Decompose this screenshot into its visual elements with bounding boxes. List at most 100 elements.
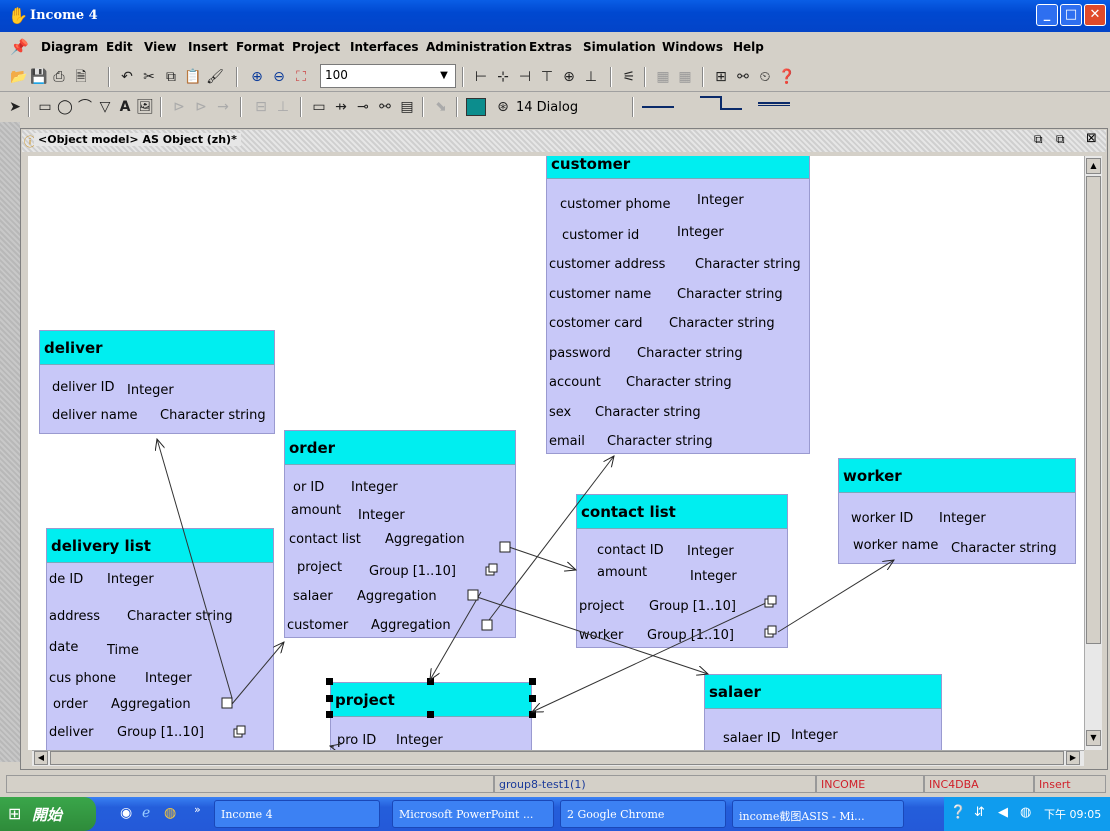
minimize-button[interactable]: _ [1036,4,1058,26]
maximize-inner-icon[interactable]: ⧉ [1056,132,1065,147]
save-icon[interactable]: 💾 [30,68,48,86]
task-label: 2 Google Chrome [567,808,665,821]
line-style-icon[interactable] [642,96,674,108]
fill-icon[interactable]: ⬊ [432,98,450,116]
menu-insert[interactable]: Insert [188,40,228,54]
window-title: Income 4 [30,8,98,23]
line-icon[interactable]: ⌒ [76,98,94,116]
diagram-window-title: <Object model> AS Object (zh)* [34,133,241,146]
more-icon[interactable]: » [194,803,201,816]
menu-administration[interactable]: Administration [426,40,527,54]
back-tray-icon[interactable]: ◀ [998,805,1008,820]
menu-windows[interactable]: Windows [662,40,723,54]
connector2-icon[interactable]: ⊳ [192,98,210,116]
cut-icon[interactable]: ✂ [140,68,158,86]
system-tray: ❔ ⇵ ◀ ◍ 下午 09:05 [944,797,1110,831]
windows-logo-icon: ⊞ [8,804,22,823]
clock: 下午 09:05 [1044,808,1102,821]
branch-icon[interactable]: ⊥ [274,98,292,116]
restore-icon[interactable]: ⧉ [1034,132,1043,147]
font-dialog-label[interactable]: 14 Dialog [516,100,578,115]
horizontal-scrollbar[interactable]: ◀ ▶ [32,750,1084,766]
paste-icon[interactable]: 📋 [184,68,202,86]
text-icon[interactable]: A [116,98,134,116]
menu-help[interactable]: Help [733,40,764,54]
scroll-thumb[interactable] [1086,176,1101,644]
page-icon[interactable]: 🗎 [72,68,90,86]
zoom-dropdown-icon[interactable]: ▼ [434,66,454,86]
start-label: 開始 [32,806,63,824]
status-model: group8-test1(1) [494,775,816,793]
globe-icon[interactable]: ⊛ [494,98,512,116]
status-field-empty [6,775,494,793]
vertical-scrollbar[interactable]: ▲ ▼ [1084,156,1102,750]
aggr-icon[interactable]: ⊸ [354,98,372,116]
step-line-icon[interactable] [700,96,722,110]
chrome-icon[interactable]: ◍ [164,805,176,821]
menu-edit[interactable]: Edit [106,40,133,54]
zoom-in-icon[interactable]: ⊕ [248,68,266,86]
task-income[interactable]: Income 4 [214,800,380,828]
open-icon[interactable]: 📂 [10,68,28,86]
menu-extras[interactable]: Extras [529,40,572,54]
help-tray-icon[interactable]: ❔ [950,805,966,820]
chrome-tray-icon[interactable]: ◍ [1020,805,1031,820]
copy-icon[interactable]: ⧉ [162,68,180,86]
aggregation-marker [221,697,233,709]
aggregation-marker [467,589,479,601]
main-toolbar: 📂 💾 ⎙ 🗎 ↶ ✂ ⧉ 📋 🖌 ⊕ ⊖ ⛶ [0,62,1110,92]
image-icon[interactable]: 🖼 [136,98,154,116]
group-marker [236,725,246,735]
status-mode: Insert [1034,775,1106,793]
task-word[interactable]: income截图ASIS - Mi... [732,800,904,828]
ie-icon[interactable]: ℯ [142,805,150,821]
task-chrome[interactable]: 2 Google Chrome [560,800,726,828]
pin-icon[interactable]: 📌 [10,38,29,56]
connector-icon[interactable]: ⊳ [170,98,188,116]
menu-bar: 📌 Diagram Edit View Insert Format Projec… [0,32,1110,62]
ellipse-icon[interactable]: ◯ [56,98,74,116]
menu-view[interactable]: View [144,40,176,54]
color-swatch[interactable] [466,98,486,116]
status-bar: group8-test1(1) INCOME INC4DBA Insert [0,772,1110,794]
zoom-fit-icon[interactable]: ⛶ [292,68,310,86]
close-inner-icon[interactable]: ⊠ [1086,131,1097,146]
print-icon[interactable]: ⎙ [50,68,68,86]
compose-icon[interactable]: ⚯ [376,98,394,116]
format-brush-icon[interactable]: 🖌 [206,68,224,86]
scroll-right-icon[interactable]: ▶ [1066,751,1080,765]
line-deliverylist-deliver [157,439,233,699]
menu-interfaces[interactable]: Interfaces [350,40,419,54]
group-marker [767,595,777,605]
rectangle-icon[interactable]: ▭ [36,98,54,116]
menu-simulation[interactable]: Simulation [583,40,656,54]
assoc-icon[interactable]: ⇸ [332,98,350,116]
close-button[interactable]: ✕ [1084,4,1106,26]
zoom-out-icon[interactable]: ⊖ [270,68,288,86]
group-marker [767,625,777,635]
diagram-canvas[interactable]: customer customer phome Integer customer… [28,156,1084,750]
scroll-up-icon[interactable]: ▲ [1086,158,1101,174]
polygon-icon[interactable]: ▽ [96,98,114,116]
table-icon[interactable]: ▤ [398,98,416,116]
network-tray-icon[interactable]: ⇵ [974,805,985,820]
class-icon[interactable]: ▭ [310,98,328,116]
menu-diagram[interactable]: Diagram [41,40,98,54]
pointer-icon[interactable]: ➤ [6,98,24,116]
aggregation-marker [499,541,511,553]
menu-project[interactable]: Project [292,40,340,54]
desktop-icon[interactable]: ◉ [120,805,132,821]
step-line-tail [720,108,742,110]
hscroll-thumb[interactable] [50,751,1064,765]
window-title-bar: ✋ Income 4 _ □ ✕ [0,0,1110,32]
menu-format[interactable]: Format [236,40,284,54]
scroll-down-icon[interactable]: ▼ [1086,730,1101,746]
task-powerpoint[interactable]: Microsoft PowerPoint ... [392,800,554,828]
scroll-left-icon[interactable]: ◀ [34,751,48,765]
maximize-button[interactable]: □ [1060,4,1082,26]
undo-icon[interactable]: ↶ [118,68,136,86]
box-icon[interactable]: ⊟ [252,98,270,116]
arrow-icon[interactable]: → [214,98,232,116]
double-line-icon[interactable] [758,102,790,106]
drawing-toolbar: ➤ ▭ ◯ ⌒ ▽ A 🖼 ⊳ ⊳ → ⊟ ⊥ ▭ ⇸ ⊸ ⚯ ▤ ⬊ ⊛ 14… [0,92,1110,122]
